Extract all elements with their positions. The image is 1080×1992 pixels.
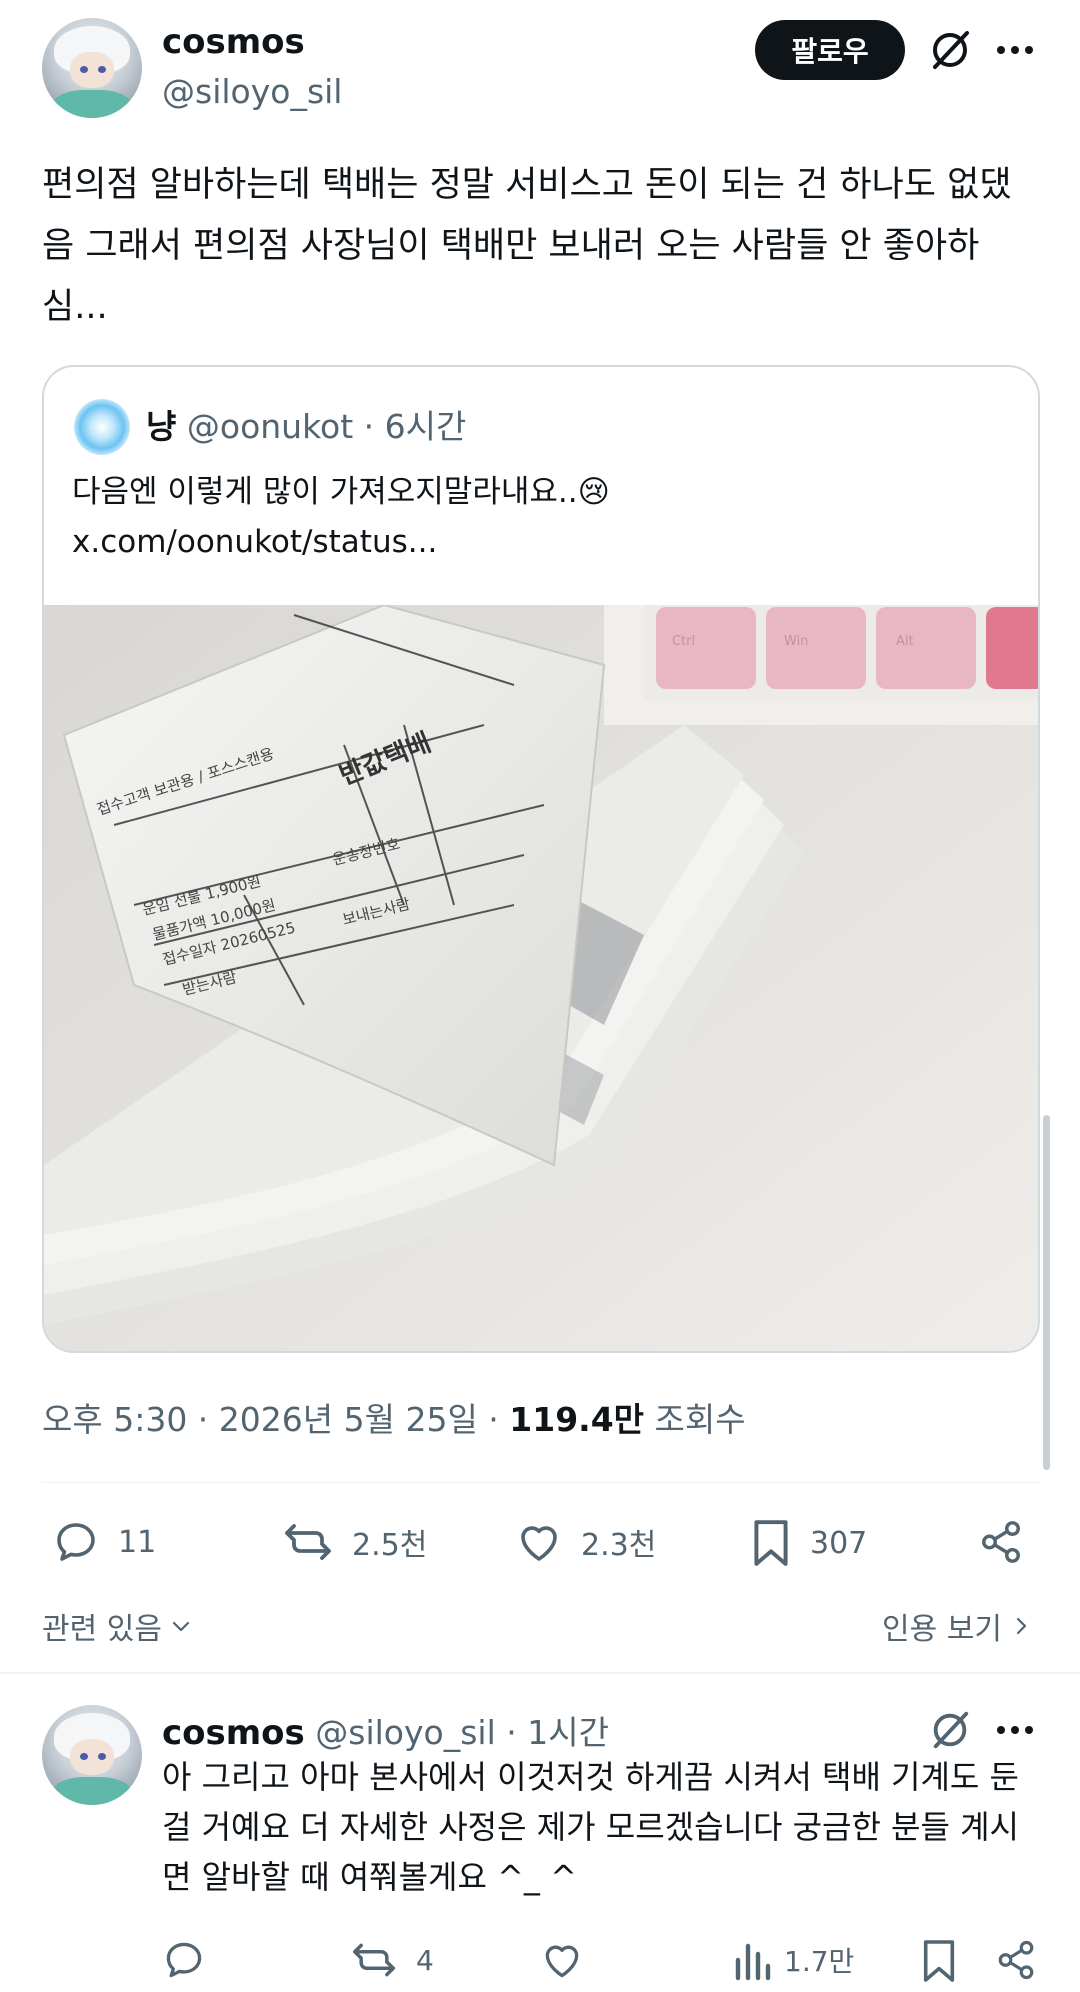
reply-reply-button[interactable] [162,1938,224,1982]
key-label: Alt [896,634,914,649]
reply-like-button[interactable] [540,1938,602,1982]
tweet-timestamp[interactable]: 오후 5:30 · 2026년 5월 25일 · [42,1400,509,1439]
section-divider [0,1672,1080,1674]
quotes-label: 인용 보기 [882,1612,1002,1647]
view-count: 119.4만 [509,1400,645,1439]
reply-author-handle[interactable]: @siloyo_sil [315,1713,495,1752]
key-label: Ctrl [672,634,695,649]
share-button[interactable] [978,1518,1024,1566]
quote-avatar[interactable] [74,399,130,455]
quote-text: 다음엔 이렇게 많이 가져오지말라내요.. [72,474,578,510]
retweet-count: 2.5천 [352,1528,428,1563]
reply-view-count: 1.7만 [784,1945,855,1978]
reply-grok-icon[interactable] [925,1705,975,1755]
chevron-right-icon [1016,1617,1027,1635]
reply-views-button[interactable]: 1.7만 [732,1938,854,1982]
reply-retweet-count: 4 [416,1943,434,1977]
quote-photo[interactable]: Ctrl Win Alt 반값택배 접수고객 보관용 / 포스스캔용 운임 선불… [44,605,1038,1351]
reply-author-avatar[interactable] [42,1705,142,1805]
more-icon[interactable] [990,25,1040,75]
tweet-meta: 오후 5:30 · 2026년 5월 25일 · 119.4만 조회수 [42,1393,746,1441]
bookmark-count: 307 [810,1525,868,1561]
view-count-label: 조회수 [644,1400,746,1439]
share-icon [998,1940,1034,1980]
bookmark-button[interactable]: 307 [750,1518,867,1568]
quote-time: · 6시간 [363,407,467,446]
quote-link[interactable]: x.com/oonukot/status... [72,517,610,567]
like-count: 2.3천 [581,1528,657,1563]
retweet-icon [285,1524,331,1560]
related-label: 관련 있음 [42,1612,162,1647]
quote-header: 냥 @oonukot · 6시간 [146,399,466,455]
share-icon [982,1521,1020,1563]
chevron-down-icon [172,1621,190,1632]
quoted-tweet[interactable]: 냥 @oonukot · 6시간 다음엔 이렇게 많이 가져오지말라내요..😢 … [42,365,1040,1353]
reply-header: cosmos @siloyo_sil · 1시간 [162,1706,609,1754]
retweet-button[interactable]: 2.5천 [282,1518,427,1566]
reply-count: 11 [118,1524,157,1560]
reply-text: 아 그리고 아마 본사에서 이것저것 하게끔 시켜서 택배 기계도 둔 걸 거예… [162,1758,1019,1896]
divider [42,1482,1040,1483]
like-button[interactable]: 2.3천 [515,1518,656,1566]
key-label: Win [784,634,808,649]
bookmark-icon [923,1940,955,1982]
grok-icon[interactable] [925,25,975,75]
scrollbar[interactable] [1043,1115,1050,1470]
tweet-text: 편의점 알바하는데 택배는 정말 서비스고 돈이 되는 건 하나도 없댔음 그래… [42,165,1012,327]
follow-button[interactable]: 팔로우 [755,20,905,80]
quote-text-block: 다음엔 이렇게 많이 가져오지말라내요..😢 x.com/oonukot/sta… [72,467,610,567]
reply-more-icon[interactable] [990,1705,1040,1755]
reply-time: · 1시간 [506,1713,609,1752]
reply-share-button[interactable] [995,1938,1037,1982]
related-link[interactable]: 관련 있음 [42,1604,192,1648]
quote-author-name[interactable]: 냥 [146,407,176,446]
reply-icon [166,1942,202,1978]
reply-author-name[interactable]: cosmos [162,1713,305,1753]
views-icon [735,1943,771,1981]
retweet-icon [353,1943,395,1977]
author-avatar[interactable] [42,18,142,118]
quote-author-handle[interactable]: @oonukot [187,407,353,446]
reply-button[interactable]: 11 [52,1518,156,1566]
like-icon [545,1945,579,1978]
emoji-icon: 😢 [577,474,610,510]
like-icon [521,1526,557,1561]
reply-bookmark-button[interactable] [920,1938,958,1984]
author-handle[interactable]: @siloyo_sil [162,72,342,111]
reply-icon [57,1523,95,1561]
reply-retweet-button[interactable]: 4 [350,1938,434,1982]
bookmark-icon [754,1520,788,1566]
quotes-link[interactable]: 인용 보기 [882,1604,1032,1648]
author-name[interactable]: cosmos [162,22,305,62]
